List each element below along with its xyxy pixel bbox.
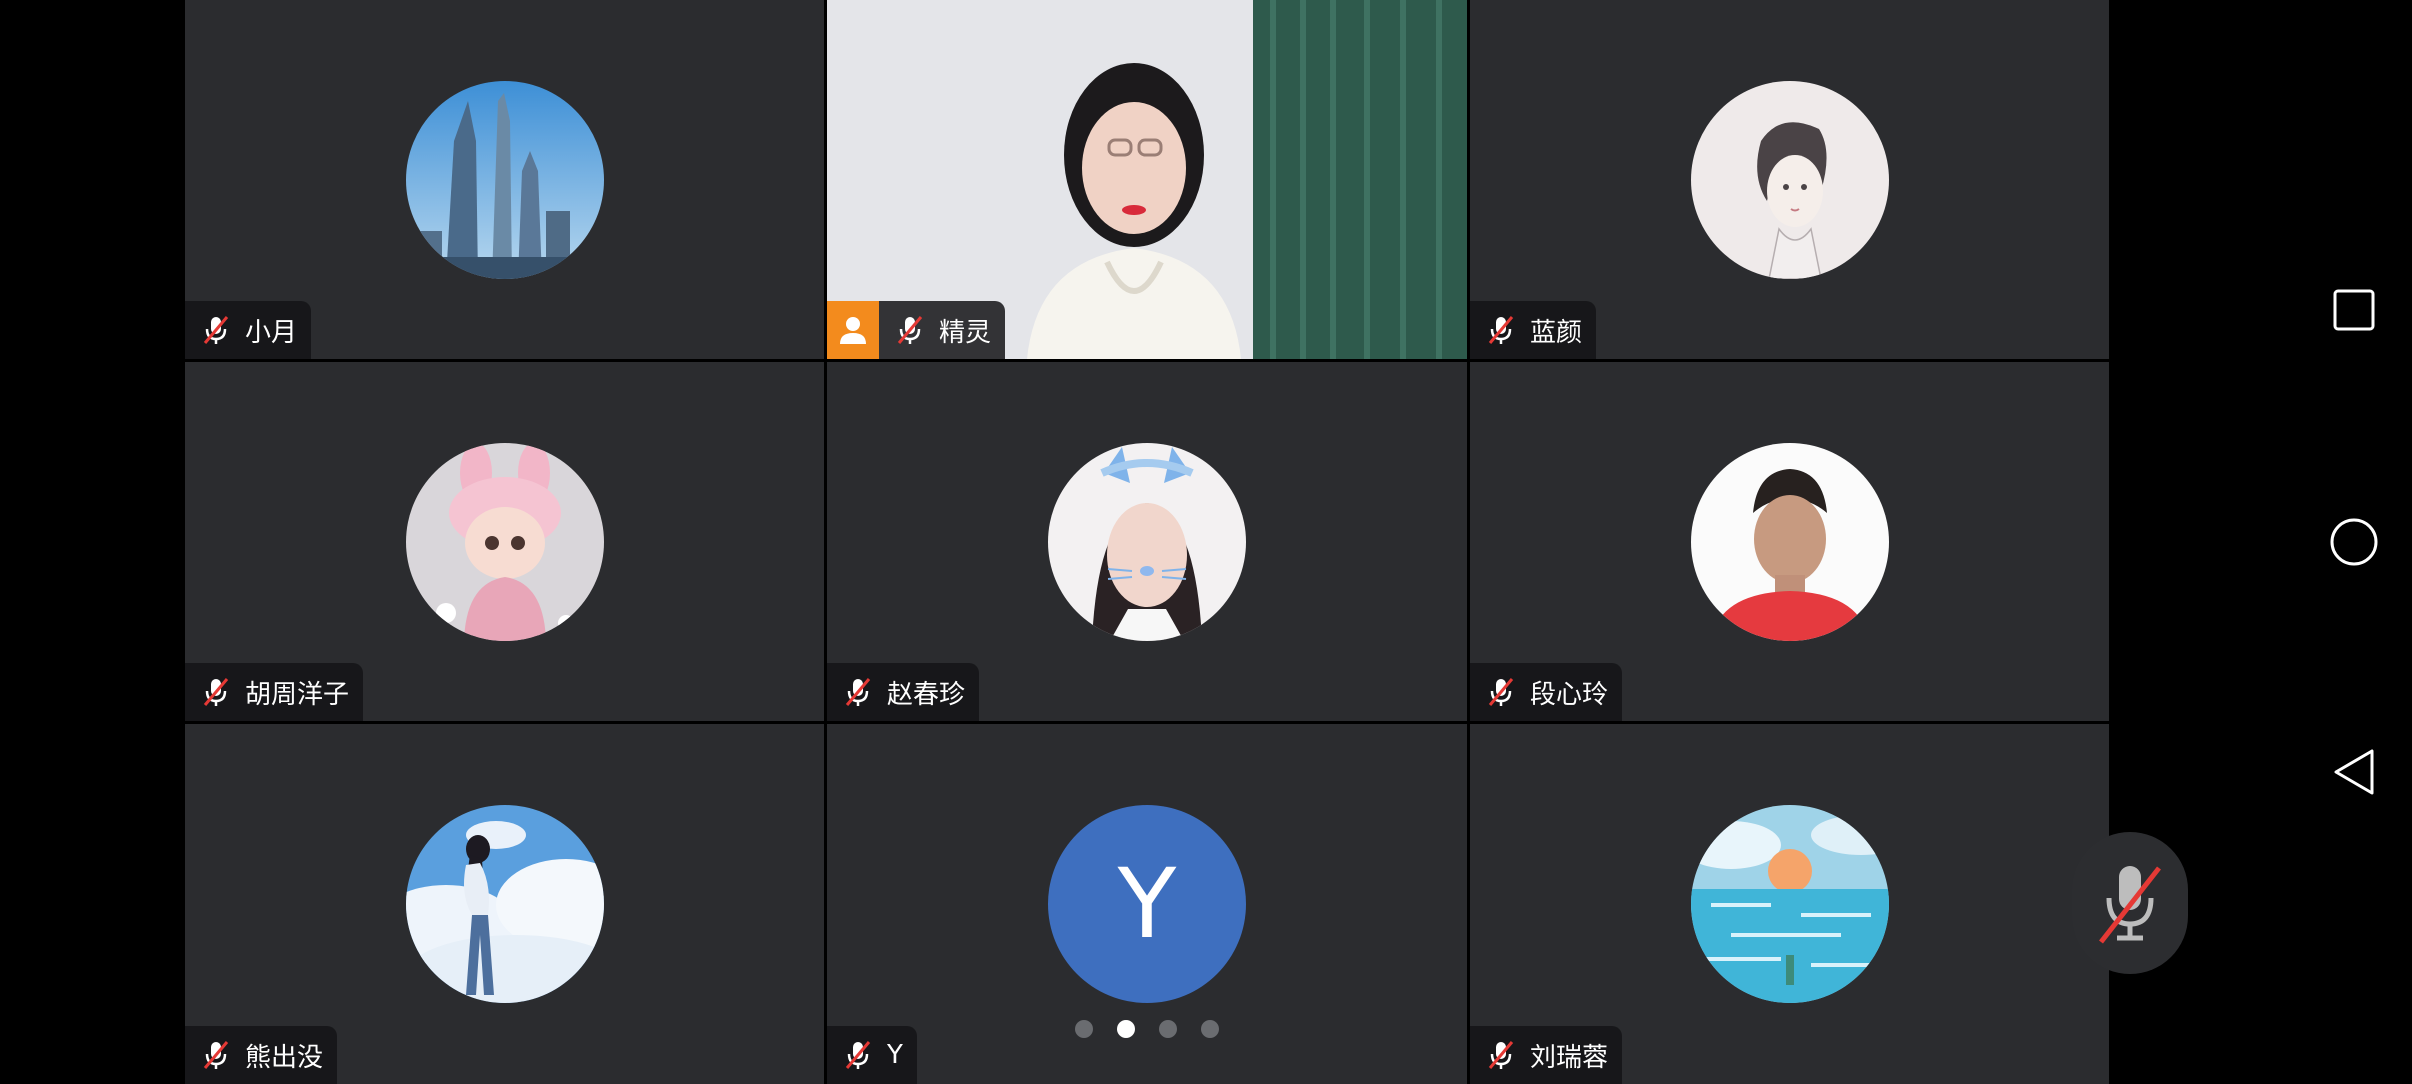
participant-name: 精灵 <box>939 317 992 348</box>
participant-name: 赵春珍 <box>887 679 966 710</box>
page-dot[interactable] <box>1075 1020 1093 1038</box>
participant-tile[interactable]: 精灵 <box>827 0 1467 359</box>
system-nav-bar <box>2296 0 2412 1084</box>
page-dot[interactable] <box>1201 1020 1219 1038</box>
participant-name: 熊出没 <box>245 1042 324 1073</box>
circle-icon[interactable] <box>2326 514 2382 570</box>
participant-name: 段心玲 <box>1530 679 1609 710</box>
letter-avatar: Y <box>1048 805 1246 1003</box>
participant-tile[interactable]: 段心玲 <box>1470 362 2109 721</box>
meeting-screen: 小月 精灵 蓝颜 胡周洋子 赵春珍 段心玲 熊出没 Y Y 刘瑞蓉 <box>0 0 2412 1084</box>
skyline-avatar <box>405 80 604 279</box>
muted-mic-icon <box>1488 316 1514 344</box>
cat-filter-selfie-avatar <box>1048 442 1246 641</box>
participant-name-tag: 蓝颜 <box>1470 301 1597 359</box>
participant-name: 蓝颜 <box>1530 317 1583 348</box>
host-person-icon <box>827 301 879 359</box>
participant-name-tag: 胡周洋子 <box>185 663 364 721</box>
participant-name-tag: 精灵 <box>827 301 1006 359</box>
participant-name-tag: 刘瑞蓉 <box>1470 1026 1623 1084</box>
muted-mic-icon <box>845 678 871 706</box>
participant-tile[interactable]: 赵春珍 <box>827 362 1467 721</box>
participant-name: 刘瑞蓉 <box>1530 1042 1609 1073</box>
unmute-button[interactable] <box>2072 832 2188 974</box>
page-dot-active[interactable] <box>1117 1020 1135 1038</box>
muted-mic-icon <box>897 316 923 344</box>
doll-avatar <box>405 442 604 641</box>
participant-name-tag: 小月 <box>185 301 312 359</box>
participant-name: 小月 <box>245 317 298 348</box>
page-dot[interactable] <box>1159 1020 1177 1038</box>
participant-name-tag: Y <box>827 1026 917 1084</box>
page-indicator[interactable] <box>1075 1020 1219 1038</box>
muted-mic-icon <box>203 1041 229 1069</box>
portrait-red-shirt-avatar <box>1690 442 1889 641</box>
participant-name-tag: 赵春珍 <box>827 663 980 721</box>
square-icon[interactable] <box>2326 282 2382 338</box>
muted-mic-icon <box>203 678 229 706</box>
muted-mic-icon <box>203 316 229 344</box>
girl-clouds-avatar <box>405 805 604 1003</box>
participant-name: 胡周洋子 <box>245 679 350 710</box>
muted-mic-icon <box>1488 1041 1514 1069</box>
participant-tile[interactable]: 刘瑞蓉 <box>1470 724 2109 1084</box>
participant-name: Y <box>887 1040 903 1070</box>
muted-mic-icon <box>2099 866 2161 944</box>
participant-tile[interactable]: 小月 <box>185 0 824 359</box>
sketch-woman-avatar <box>1690 80 1889 279</box>
sea-sunset-avatar <box>1690 805 1889 1003</box>
participant-tile[interactable]: 熊出没 <box>185 724 824 1084</box>
triangle-back-icon[interactable] <box>2326 744 2382 800</box>
participant-name-tag: 熊出没 <box>185 1026 338 1084</box>
participant-tile[interactable]: 蓝颜 <box>1470 0 2109 359</box>
participant-name-tag: 段心玲 <box>1470 663 1623 721</box>
muted-mic-icon <box>845 1041 871 1069</box>
muted-mic-icon <box>1488 678 1514 706</box>
participant-tile[interactable]: 胡周洋子 <box>185 362 824 721</box>
participant-grid: 小月 精灵 蓝颜 胡周洋子 赵春珍 段心玲 熊出没 Y Y 刘瑞蓉 <box>185 0 2109 1084</box>
